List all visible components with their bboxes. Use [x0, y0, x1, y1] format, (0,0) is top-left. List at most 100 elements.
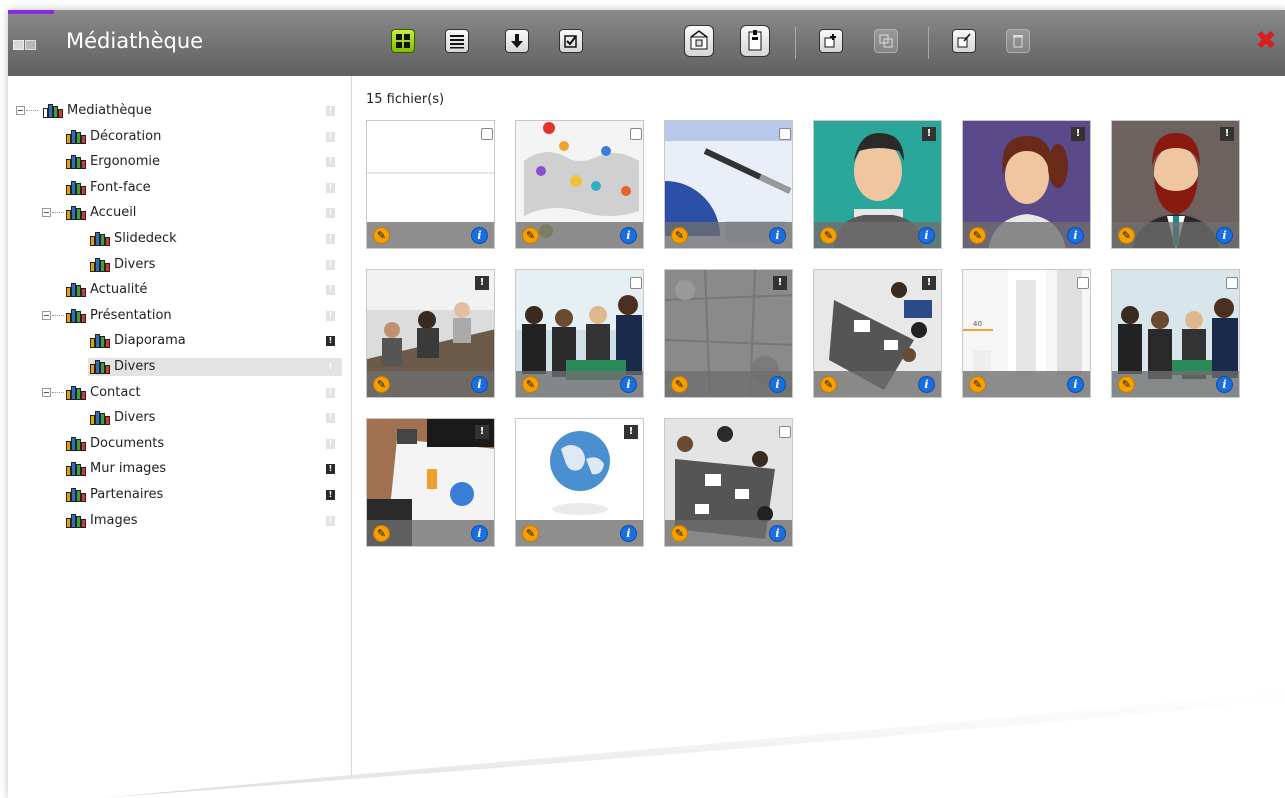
file-thumbnail[interactable]: ✎ i [664, 120, 793, 249]
edit-pencil-icon[interactable]: ✎ [820, 376, 837, 393]
info-icon[interactable]: i [471, 227, 488, 244]
tree-item[interactable]: Divers! [8, 358, 352, 376]
file-thumbnail[interactable]: ✎ i! [515, 418, 644, 547]
select-checkbox[interactable] [1226, 277, 1238, 289]
edit-pencil-icon[interactable]: ✎ [522, 376, 539, 393]
tree-item[interactable]: Mediathèque! [8, 102, 352, 120]
tree-item[interactable]: Divers! [8, 409, 352, 427]
info-icon[interactable]: i [769, 525, 786, 542]
collapse-toggle-icon[interactable] [42, 310, 51, 320]
status-icon[interactable]: ! [326, 106, 335, 116]
tree-item[interactable]: Partenaires! [8, 486, 352, 504]
edit-button[interactable] [952, 29, 976, 53]
warning-flag-icon[interactable]: ! [475, 425, 489, 439]
info-icon[interactable]: i [1067, 227, 1084, 244]
file-thumbnail[interactable]: ✎ i! [664, 269, 793, 398]
status-icon[interactable]: ! [326, 387, 335, 398]
edit-pencil-icon[interactable]: ✎ [671, 525, 688, 542]
status-icon[interactable]: ! [326, 157, 335, 168]
select-checkbox[interactable] [779, 128, 791, 140]
status-icon[interactable]: ! [326, 336, 335, 347]
select-checkbox[interactable] [481, 128, 493, 140]
status-icon[interactable]: ! [326, 208, 335, 219]
info-icon[interactable]: i [1216, 376, 1233, 393]
edit-pencil-icon[interactable]: ✎ [373, 227, 390, 244]
tree-item[interactable]: Font-face! [8, 179, 352, 197]
edit-pencil-icon[interactable]: ✎ [373, 376, 390, 393]
status-icon[interactable]: ! [326, 234, 335, 244]
edit-pencil-icon[interactable]: ✎ [671, 227, 688, 244]
warning-flag-icon[interactable]: ! [1220, 127, 1234, 141]
status-icon[interactable]: ! [326, 259, 335, 270]
collapse-toggle-icon[interactable] [16, 106, 25, 115]
info-icon[interactable]: i [620, 525, 637, 542]
tree-item[interactable]: Ergonomie! [8, 153, 352, 171]
tree-item[interactable]: Actualité! [8, 281, 352, 299]
info-icon[interactable]: i [918, 227, 935, 244]
info-icon[interactable]: i [769, 227, 786, 244]
file-thumbnail[interactable]: ✎ i! [1111, 120, 1240, 249]
status-icon[interactable]: ! [326, 285, 335, 296]
new-folder-button[interactable] [819, 29, 843, 53]
file-thumbnail[interactable]: ✎ i [366, 120, 495, 249]
info-icon[interactable]: i [620, 376, 637, 393]
edit-pencil-icon[interactable]: ✎ [522, 525, 539, 542]
warning-flag-icon[interactable]: ! [922, 276, 936, 290]
status-icon[interactable]: ! [326, 515, 335, 526]
info-icon[interactable]: i [1216, 227, 1233, 244]
file-thumbnail[interactable]: ✎ i [1111, 269, 1240, 398]
tree-item[interactable]: Images! [8, 512, 352, 530]
tree-item[interactable]: Mur images! [8, 460, 352, 478]
status-icon[interactable]: ! [326, 490, 335, 500]
warning-flag-icon[interactable]: ! [922, 127, 936, 141]
collapse-toggle-icon[interactable] [42, 387, 51, 397]
file-thumbnail[interactable]: ✎ i [664, 418, 793, 547]
collapse-toggle-icon[interactable] [42, 208, 51, 218]
edit-pencil-icon[interactable]: ✎ [969, 227, 986, 244]
info-icon[interactable]: i [471, 525, 488, 542]
upload-button[interactable] [684, 25, 714, 57]
info-icon[interactable]: i [620, 227, 637, 244]
file-thumbnail[interactable]: ✎ i! [366, 269, 495, 398]
info-icon[interactable]: i [918, 376, 935, 393]
file-thumbnail[interactable]: ✎ i! [813, 120, 942, 249]
edit-pencil-icon[interactable]: ✎ [820, 227, 837, 244]
tree-item[interactable]: Accueil! [8, 204, 352, 222]
select-all-button[interactable] [559, 29, 583, 53]
status-icon[interactable]: ! [326, 310, 335, 321]
download-button[interactable] [740, 25, 770, 57]
tree-item[interactable]: Divers! [8, 256, 352, 274]
tree-item[interactable]: Slidedeck! [8, 230, 352, 248]
info-icon[interactable]: i [1067, 376, 1084, 393]
file-thumbnail[interactable]: ✎ i! [813, 269, 942, 398]
edit-pencil-icon[interactable]: ✎ [522, 227, 539, 244]
edit-pencil-icon[interactable]: ✎ [671, 376, 688, 393]
tree-item[interactable]: Décoration! [8, 128, 352, 146]
warning-flag-icon[interactable]: ! [1071, 127, 1085, 141]
file-thumbnail[interactable]: ✎ i [515, 269, 644, 398]
status-icon[interactable]: ! [326, 413, 335, 424]
file-thumbnail[interactable]: ✎ i! [962, 120, 1091, 249]
info-icon[interactable]: i [471, 376, 488, 393]
edit-pencil-icon[interactable]: ✎ [1118, 227, 1135, 244]
warning-flag-icon[interactable]: ! [624, 425, 638, 439]
status-icon[interactable]: ! [326, 464, 335, 475]
tree-item[interactable]: Documents! [8, 435, 352, 453]
file-thumbnail[interactable]: ✎ i! [366, 418, 495, 547]
info-icon[interactable]: i [769, 376, 786, 393]
edit-pencil-icon[interactable]: ✎ [373, 525, 390, 542]
close-icon[interactable]: ✖ [1255, 28, 1277, 54]
tree-item[interactable]: Diaporama! [8, 332, 352, 350]
delete-button[interactable] [1006, 29, 1030, 53]
status-icon[interactable]: ! [326, 182, 335, 193]
duplicate-button[interactable] [874, 29, 898, 53]
edit-pencil-icon[interactable]: ✎ [969, 376, 986, 393]
select-checkbox[interactable] [630, 128, 642, 140]
file-thumbnail[interactable]: 40 ✎ i [962, 269, 1091, 398]
list-view-button[interactable] [445, 29, 469, 53]
status-icon[interactable]: ! [326, 362, 335, 372]
grid-view-button[interactable] [391, 29, 415, 53]
tree-item[interactable]: Contact! [8, 384, 352, 402]
status-icon[interactable]: ! [326, 438, 335, 449]
status-icon[interactable]: ! [326, 131, 335, 142]
